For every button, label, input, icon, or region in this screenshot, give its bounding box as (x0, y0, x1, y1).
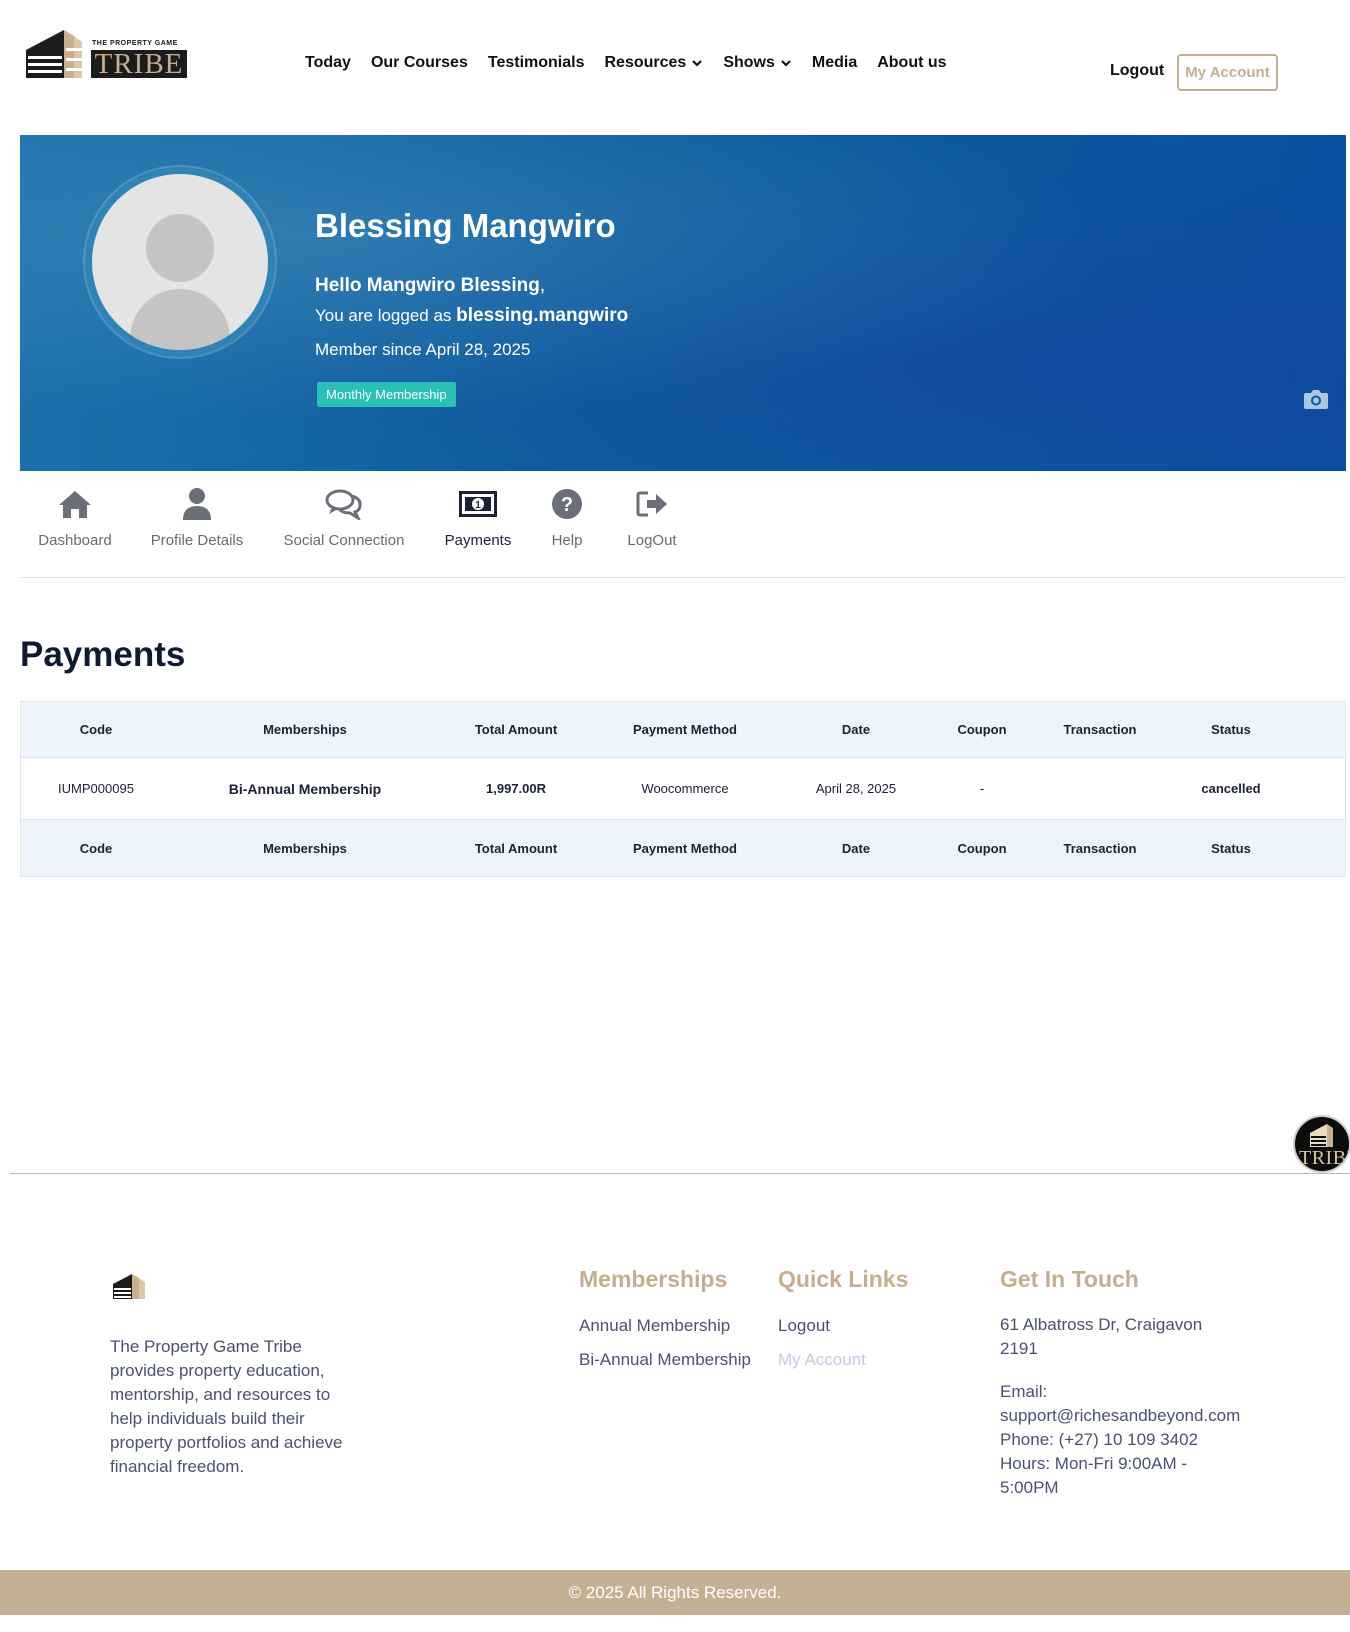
profile-logged-as: You are logged as blessing.mangwiro (315, 305, 629, 326)
column-footer-code: Code (79, 840, 113, 856)
footer-contact-details: Email: support@richesandbeyond.com Phone… (1000, 1382, 1241, 1497)
membership-badge: Monthly Membership (317, 382, 456, 407)
tab-payments[interactable]: 1 Payments (442, 486, 514, 549)
money-bill-icon: 1 (459, 491, 497, 517)
column-header-payment-method: Payment Method (632, 722, 737, 737)
tab-profile-details[interactable]: Profile Details (148, 486, 246, 549)
floating-tribe-logo-button[interactable]: TRIBE (1293, 1115, 1350, 1173)
cell-memberships: Bi-Annual Membership (228, 780, 382, 797)
account-tabs: Dashboard Profile Details Social Connect… (20, 486, 1346, 578)
footer-copyright: © 2025 All Rights Reserved. (0, 1570, 1350, 1615)
chevron-down-icon (692, 60, 703, 67)
svg-text:?: ? (561, 494, 573, 516)
svg-text:1: 1 (475, 500, 481, 511)
column-footer-payment-method: Payment Method (632, 840, 737, 856)
footer-contact-title: Get In Touch (1000, 1266, 1139, 1292)
avatar-body-shape (130, 289, 230, 350)
column-footer-transaction: Transaction (1063, 840, 1137, 856)
tab-social-connection[interactable]: Social Connection (279, 486, 409, 549)
profile-greeting: Hello Mangwiro Blessing, (315, 275, 546, 296)
footer-quick-links-title: Quick Links (778, 1266, 909, 1292)
footer-email[interactable]: support@richesandbeyond.com (1000, 1404, 1240, 1428)
column-header-coupon: Coupon (957, 722, 1007, 737)
floating-logo-wordmark: TRIBE (1299, 1147, 1349, 1169)
profile-username: blessing.mangwiro (456, 305, 629, 326)
cell-payment-method: Woocommerce (641, 781, 729, 796)
column-header-date: Date (841, 722, 871, 737)
footer-link-my-account[interactable]: My Account (778, 1350, 866, 1370)
avatar[interactable] (85, 167, 275, 357)
payments-title: Payments (20, 635, 186, 674)
footer-logo-icon (113, 1274, 145, 1299)
nav-item-media[interactable]: Media (812, 54, 857, 72)
column-footer-total-amount: Total Amount (474, 840, 558, 856)
cell-status: cancelled (1201, 781, 1261, 796)
column-header-status: Status (1211, 722, 1251, 737)
column-footer-coupon: Coupon (957, 840, 1007, 856)
cell-coupon: - (979, 781, 985, 796)
site-logo[interactable]: THE PROPERTY GAME TRIBE (24, 28, 189, 80)
profile-name: Blessing Mangwiro (315, 207, 616, 244)
tab-logout[interactable]: LogOut (623, 486, 681, 549)
member-since: Member since April 28, 2025 (315, 340, 531, 359)
building-logo-icon (1310, 1124, 1333, 1147)
table-header-row: Code Memberships Total Amount Payment Metho… (21, 702, 1345, 758)
profile-banner: Blessing Mangwiro Hello Mangwiro Blessin… (20, 135, 1346, 471)
tab-help[interactable]: ? Help (543, 486, 591, 549)
nav-item-our-courses[interactable]: Our Courses (371, 54, 468, 72)
footer-divider (10, 1173, 1350, 1174)
cell-transaction (1030, 758, 1170, 819)
footer-phone: Phone: (+27) 10 109 3402 (1000, 1430, 1199, 1449)
nav-item-testimonials[interactable]: Testimonials (488, 54, 585, 72)
column-header-memberships: Memberships (263, 722, 347, 737)
camera-icon[interactable] (1303, 388, 1329, 410)
sign-out-icon (636, 491, 667, 517)
nav-item-shows[interactable]: Shows (723, 54, 792, 72)
header-logout-link[interactable]: Logout (1110, 62, 1164, 80)
column-footer-date: Date (841, 840, 871, 856)
footer-memberships-title: Memberships (579, 1266, 728, 1292)
cell-date: April 28, 2025 (815, 781, 897, 796)
column-footer-memberships: Memberships (263, 840, 347, 856)
column-header-code: Code (79, 722, 113, 737)
table-footer-row: Code Memberships Total Amount Payment Metho… (21, 820, 1345, 876)
nav-item-today[interactable]: Today (305, 54, 351, 72)
comments-icon (325, 489, 362, 520)
question-circle-icon: ? (552, 489, 582, 519)
building-logo-icon (26, 30, 86, 78)
payments-table: Code Memberships Total Amount Payment Metho… (20, 701, 1346, 877)
cell-total-amount: 1,997.00R (486, 781, 546, 796)
column-header-total-amount: Total Amount (474, 722, 558, 737)
tab-dashboard[interactable]: Dashboard (36, 486, 114, 549)
column-header-transaction: Transaction (1063, 722, 1137, 737)
logo-wordmark: TRIBE (91, 50, 187, 79)
cell-code: IUMP000095 (58, 781, 134, 796)
footer-link-annual-membership[interactable]: Annual Membership (579, 1316, 730, 1336)
main-nav: Today Our Courses Testimonials Resources Sho… (305, 54, 967, 72)
table-row: IUMP000095 Bi-Annual Membership 1,997.00R W… (21, 758, 1345, 820)
footer-link-bi-annual-membership[interactable]: Bi-Annual Membership (579, 1350, 751, 1370)
avatar-head-shape (146, 214, 214, 282)
home-icon (59, 491, 91, 518)
chevron-down-icon (781, 60, 791, 67)
user-icon (183, 488, 211, 520)
footer-address: 61 Albatross Dr, Craigavon 2191 (1000, 1315, 1203, 1358)
site-header: THE PROPERTY GAME TRIBE Today Our Courses… (0, 0, 1350, 130)
footer-link-logout[interactable]: Logout (778, 1316, 830, 1336)
nav-item-about-us[interactable]: About us (877, 54, 946, 72)
footer-description: The Property Game Tribe provides propert… (110, 1337, 343, 1476)
nav-item-resources[interactable]: Resources (604, 54, 703, 72)
column-footer-status: Status (1211, 840, 1251, 856)
my-account-button[interactable]: My Account (1177, 54, 1278, 91)
logo-tagline: THE PROPERTY GAME (92, 40, 178, 47)
